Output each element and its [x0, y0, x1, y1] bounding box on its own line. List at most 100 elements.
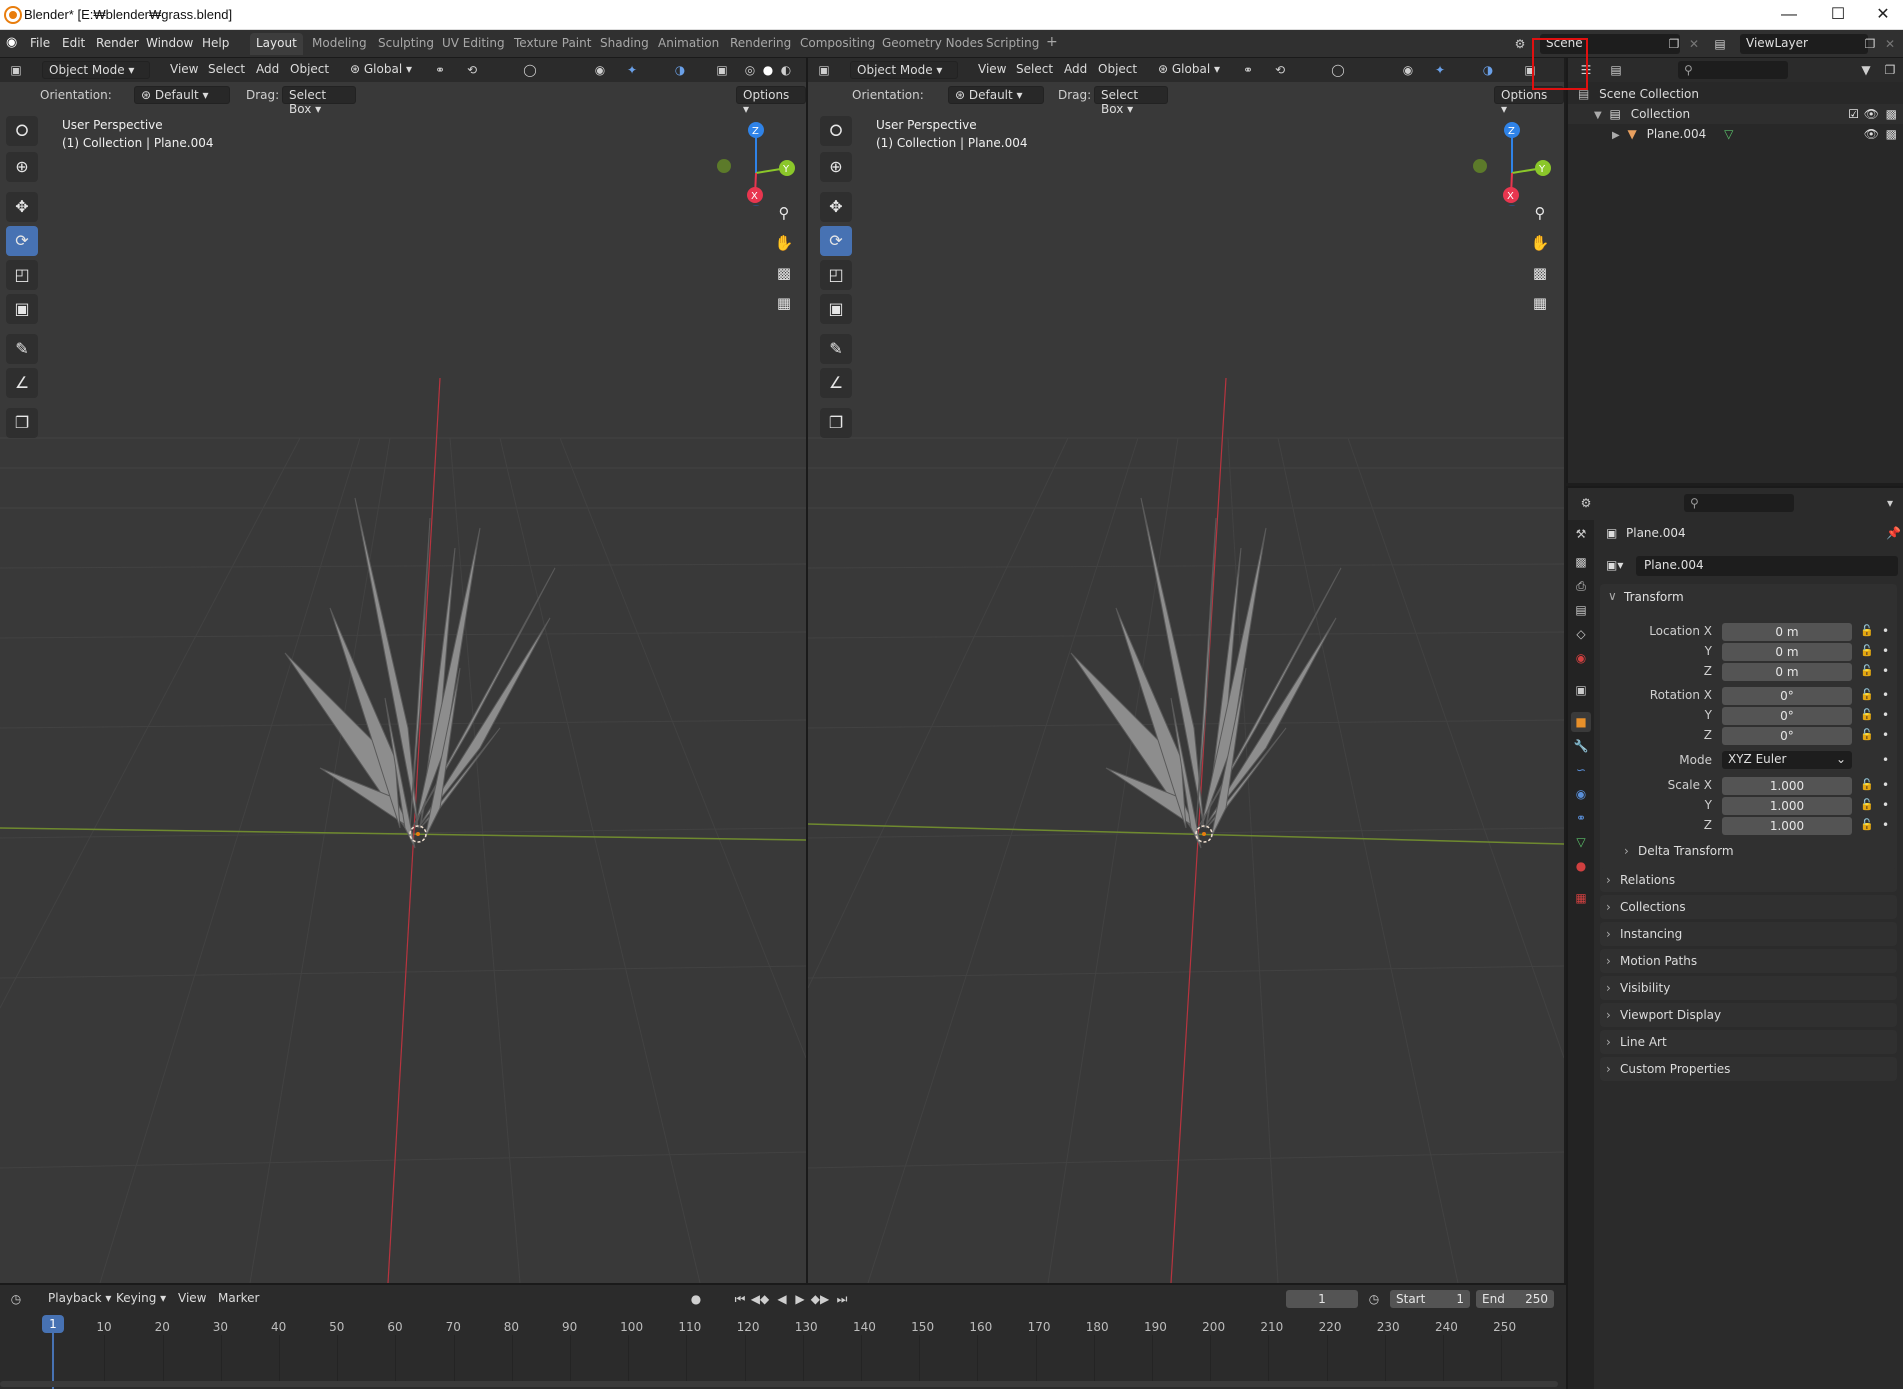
tab-scripting[interactable]: Scripting [980, 33, 1045, 55]
annotate-tool[interactable]: ✎ [6, 334, 38, 364]
menu-edit[interactable]: Edit [62, 36, 85, 50]
tab-texture-paint[interactable]: Texture Paint [508, 33, 597, 55]
ortho-grid-icon[interactable]: ▦ [1526, 290, 1554, 316]
maximize-button[interactable]: ☐ [1818, 4, 1858, 26]
menu-window[interactable]: Window [146, 36, 193, 50]
menu-view[interactable]: View [972, 61, 1012, 79]
eye-icon[interactable]: 👁 [1864, 104, 1879, 124]
properties-editor-type-icon[interactable]: ⚙ [1576, 494, 1596, 512]
jump-end-icon[interactable]: ⏭ [832, 1290, 852, 1308]
keyframe-dot-icon[interactable]: • [1882, 688, 1889, 702]
move-tool[interactable]: ✥ [820, 192, 852, 222]
blender-menu-icon[interactable]: ◉ [6, 35, 17, 50]
outliner-search-input[interactable]: ⚲ [1678, 61, 1788, 79]
camera-render-icon[interactable]: ▩ [1886, 104, 1897, 124]
rotation-y-field[interactable]: 0° [1722, 707, 1852, 725]
close-button[interactable]: ✕ [1863, 4, 1903, 26]
new-collection-icon[interactable]: ❐ [1880, 61, 1900, 79]
keyframe-dot-icon[interactable]: • [1882, 798, 1889, 812]
tab-uv-editing[interactable]: UV Editing [436, 33, 511, 55]
rotation-mode-dropdown[interactable]: XYZ Euler ⌄ [1722, 751, 1852, 769]
texture-tab-icon[interactable]: ▦ [1571, 888, 1591, 908]
transform-tool[interactable]: ▣ [6, 294, 38, 324]
constraints-tab-icon[interactable]: ⚭ [1571, 808, 1591, 828]
scene-selector-icon[interactable]: ⚙ [1510, 35, 1530, 53]
camera-view-icon[interactable]: ▩ [1526, 260, 1554, 286]
menu-object[interactable]: Object [284, 61, 335, 79]
rotation-z-field[interactable]: 0° [1722, 727, 1852, 745]
rotation-x-field[interactable]: 0° [1722, 687, 1852, 705]
cursor-tool[interactable]: ⊕ [820, 152, 852, 182]
3d-viewport-right[interactable]: ▣ Object Mode ▾ View Select Add Object ⊛… [808, 58, 1564, 1283]
location-y-field[interactable]: 0 m [1722, 643, 1852, 661]
move-tool[interactable]: ✥ [6, 192, 38, 222]
prev-keyframe-icon[interactable]: ◀◆ [750, 1290, 770, 1308]
clock-icon[interactable]: ◷ [1364, 1290, 1384, 1308]
rotate-tool[interactable]: ⟳ [6, 226, 38, 256]
lock-icon[interactable]: 🔓 [1860, 818, 1874, 831]
object-tab-icon[interactable]: ■ [1571, 712, 1591, 732]
transform-orientation-dropdown[interactable]: ⊛ Global ▾ [344, 61, 418, 79]
tab-sculpting[interactable]: Sculpting [372, 33, 440, 55]
properties-search-input[interactable]: ⚲ [1684, 494, 1794, 512]
particles-tab-icon[interactable]: ∽ [1571, 760, 1591, 780]
marker-menu[interactable]: Marker [212, 1290, 265, 1308]
instancing-panel[interactable]: › Instancing [1600, 922, 1897, 946]
collections-panel[interactable]: › Collections [1600, 895, 1897, 919]
scale-y-field[interactable]: 1.000 [1722, 797, 1852, 815]
pivot-icon[interactable]: ⚭ [1238, 61, 1258, 79]
play-reverse-icon[interactable]: ◀ [772, 1290, 792, 1308]
menu-add[interactable]: Add [250, 61, 285, 79]
location-x-field[interactable]: 0 m [1722, 623, 1852, 641]
solid-shading-icon[interactable]: ● [758, 61, 778, 79]
navigation-gizmo[interactable]: Z Y X [1456, 116, 1556, 206]
keyframe-dot-icon[interactable]: • [1882, 728, 1889, 742]
lock-icon[interactable]: 🔓 [1860, 728, 1874, 741]
drag-dropdown[interactable]: Select Box ▾ [1094, 86, 1168, 116]
display-mode-icon[interactable]: ▤ [1606, 61, 1626, 79]
tool-tab-icon[interactable]: ⚒ [1571, 524, 1591, 544]
view-menu[interactable]: View [172, 1290, 212, 1308]
keying-menu[interactable]: Keying ▾ [110, 1290, 172, 1308]
lock-icon[interactable]: 🔓 [1860, 664, 1874, 677]
zoom-icon[interactable]: ⚲ [1526, 200, 1554, 226]
keyframe-dot-icon[interactable]: • [1882, 778, 1889, 792]
editor-type-icon[interactable]: ▣ [6, 61, 26, 79]
pan-hand-icon[interactable]: ✋ [770, 230, 798, 256]
modifier-tab-icon[interactable]: 🔧 [1571, 736, 1591, 756]
mesh-data-icon[interactable]: ▽ [1724, 127, 1733, 141]
keyframe-dot-icon[interactable]: • [1882, 624, 1889, 638]
lock-icon[interactable]: 🔓 [1860, 708, 1874, 721]
tab-layout[interactable]: Layout [250, 33, 303, 55]
keyframe-dot-icon[interactable]: • [1882, 708, 1889, 722]
lock-icon[interactable]: 🔓 [1860, 688, 1874, 701]
proportional-edit-icon[interactable]: ◯ [520, 61, 540, 79]
exclude-checkbox-icon[interactable]: ☑ [1848, 104, 1859, 124]
pivot-icon[interactable]: ⚭ [430, 61, 450, 79]
scale-z-field[interactable]: 1.000 [1722, 817, 1852, 835]
line-art-panel[interactable]: › Line Art [1600, 1030, 1897, 1054]
data-tab-icon[interactable]: ▽ [1571, 832, 1591, 852]
render-tab-icon[interactable]: ▩ [1571, 552, 1591, 572]
material-shading-icon[interactable]: ◐ [776, 61, 796, 79]
start-frame-field[interactable]: Start 1 [1390, 1290, 1470, 1308]
record-icon[interactable]: ● [686, 1290, 706, 1308]
view-layer-icon[interactable]: ▤ [1710, 35, 1730, 53]
pan-hand-icon[interactable]: ✋ [1526, 230, 1554, 256]
scale-tool[interactable]: ◰ [820, 260, 852, 290]
tab-geometry-nodes[interactable]: Geometry Nodes [876, 33, 989, 55]
play-icon[interactable]: ▶ [790, 1290, 810, 1308]
add-workspace-button[interactable]: + [1040, 31, 1064, 53]
overlay-toggle-icon[interactable]: ◑ [670, 61, 690, 79]
mode-dropdown[interactable]: Object Mode ▾ [850, 61, 958, 79]
scale-tool[interactable]: ◰ [6, 260, 38, 290]
new-view-layer-icon[interactable]: ❐ [1860, 35, 1880, 53]
eye-icon[interactable]: 👁 [1864, 124, 1879, 144]
visibility-icon[interactable]: ◉ [590, 61, 610, 79]
add-cube-tool[interactable]: ❐ [6, 408, 38, 438]
drag-dropdown[interactable]: Select Box ▾ [282, 86, 356, 116]
scale-x-field[interactable]: 1.000 [1722, 777, 1852, 795]
menu-view[interactable]: View [164, 61, 204, 79]
physics-tab-icon[interactable]: ◉ [1571, 784, 1591, 804]
select-box-tool[interactable]: ⭘ [820, 116, 852, 146]
